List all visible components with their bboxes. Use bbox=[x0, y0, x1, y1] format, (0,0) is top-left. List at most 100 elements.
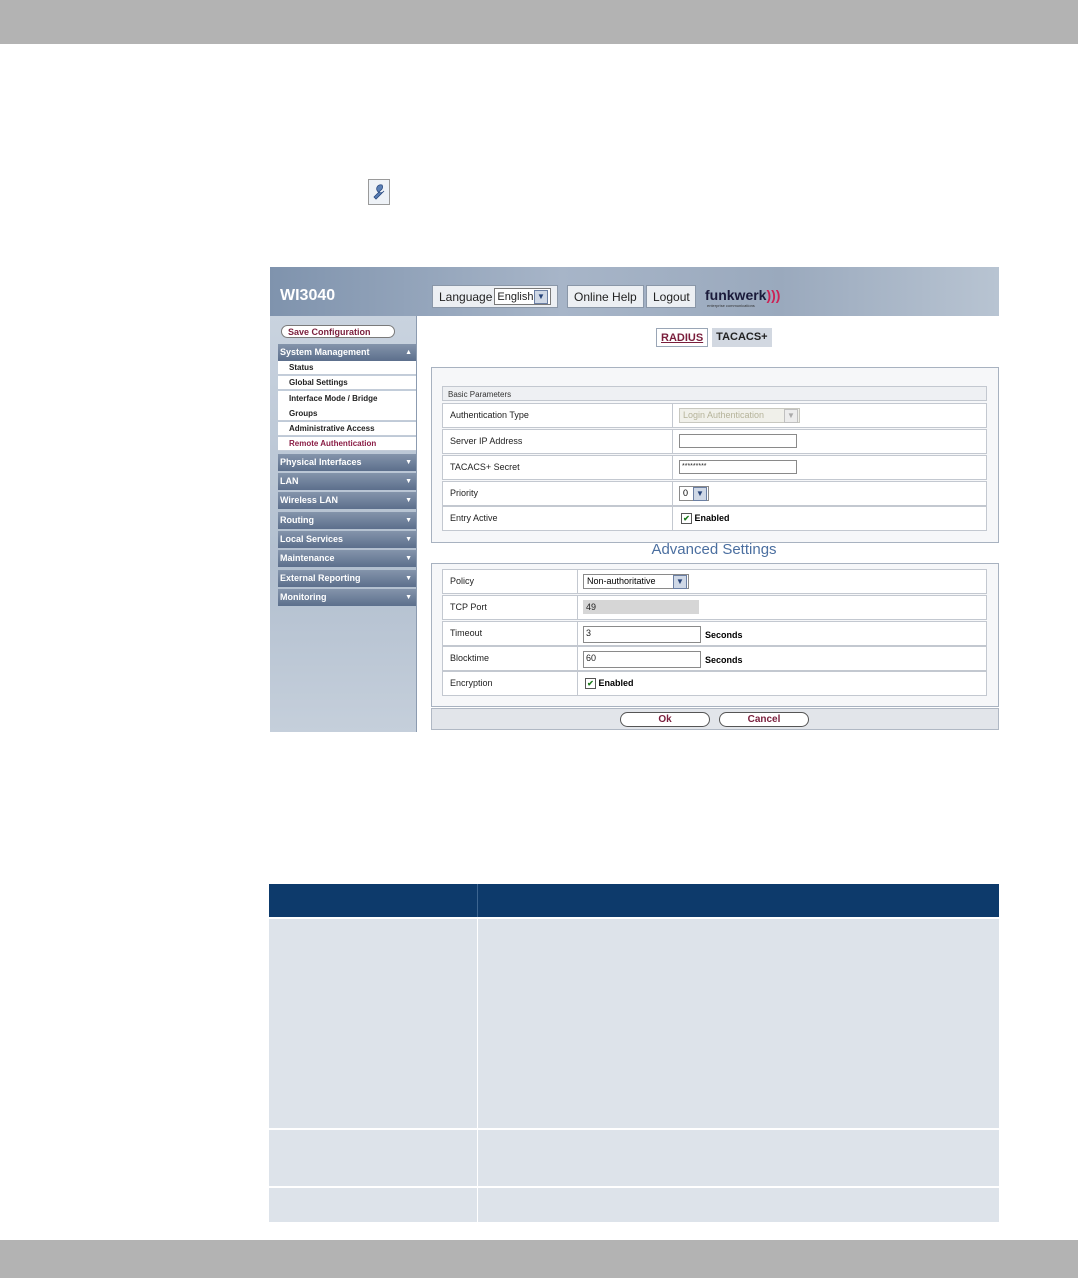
save-configuration-button[interactable]: Save Configuration bbox=[281, 325, 395, 338]
menu-local-services[interactable]: Local Services ▼ bbox=[278, 531, 416, 548]
encryption-checkbox-wrap: ✔ Enabled bbox=[585, 678, 634, 690]
language-label: Language bbox=[439, 289, 493, 304]
chevron-down-icon: ▼ bbox=[405, 555, 412, 562]
chevron-down-icon: ▼ bbox=[405, 497, 412, 504]
column-divider bbox=[672, 507, 673, 530]
language-box: Language English ▼ bbox=[432, 285, 558, 308]
tab-radius[interactable]: RADIUS bbox=[656, 328, 709, 347]
logout-link[interactable]: Logout bbox=[646, 285, 696, 308]
timeout-label: Timeout bbox=[450, 628, 483, 638]
entry-active-checkbox-wrap: ✔ Enabled bbox=[681, 513, 730, 525]
menu-label: Wireless LAN bbox=[280, 495, 338, 505]
policy-label: Policy bbox=[450, 576, 475, 586]
chevron-down-icon: ▼ bbox=[405, 459, 412, 466]
row-tcp-port: TCP Port 49 bbox=[442, 595, 987, 620]
chevron-down-icon: ▼ bbox=[405, 575, 412, 582]
encryption-enabled-label: Enabled bbox=[598, 678, 634, 688]
ok-button[interactable]: Ok bbox=[620, 712, 710, 727]
policy-value: Non-authoritative bbox=[587, 576, 656, 586]
server-ip-label: Server IP Address bbox=[450, 436, 523, 446]
menu-physical-interfaces[interactable]: Physical Interfaces ▼ bbox=[278, 454, 416, 471]
basic-parameters-panel: Basic Parameters Authentication Type Log… bbox=[431, 367, 999, 543]
menu-monitoring[interactable]: Monitoring ▼ bbox=[278, 589, 416, 606]
tab-tacacs[interactable]: TACACS+ bbox=[712, 328, 772, 347]
logo-subtitle: enterprise communications bbox=[707, 303, 755, 308]
advanced-settings-panel: Policy Non-authoritative ▼ TCP Port 49 T… bbox=[431, 563, 999, 707]
entry-active-label: Entry Active bbox=[450, 513, 498, 523]
top-gray-bar bbox=[0, 0, 1078, 44]
encryption-label: Encryption bbox=[450, 678, 493, 688]
tacacs-secret-label: TACACS+ Secret bbox=[450, 462, 520, 472]
priority-label: Priority bbox=[450, 488, 479, 498]
column-divider bbox=[477, 1188, 478, 1222]
priority-select[interactable]: 0 ▼ bbox=[679, 486, 709, 501]
table-header bbox=[269, 884, 999, 917]
submenu-global-settings[interactable]: Global Settings bbox=[278, 376, 416, 390]
tacacs-secret-input[interactable]: ********* bbox=[679, 460, 797, 474]
row-priority: Priority 0 ▼ bbox=[442, 481, 987, 506]
sidebar: Save Configuration System Management ▲ S… bbox=[270, 316, 417, 732]
submenu-administrative-access[interactable]: Administrative Access bbox=[278, 422, 416, 436]
column-divider bbox=[477, 919, 478, 1128]
submenu-status[interactable]: Status bbox=[278, 361, 416, 375]
menu-label: Physical Interfaces bbox=[280, 457, 362, 467]
chevron-down-icon: ▼ bbox=[784, 408, 798, 423]
blocktime-input[interactable]: 60 bbox=[583, 651, 701, 668]
menu-routing[interactable]: Routing ▼ bbox=[278, 512, 416, 529]
blocktime-unit: Seconds bbox=[705, 655, 743, 665]
submenu-remote-authentication[interactable]: Remote Authentication bbox=[278, 437, 416, 451]
entry-active-checkbox[interactable]: ✔ bbox=[681, 513, 692, 525]
timeout-input[interactable]: 3 bbox=[583, 626, 701, 643]
server-ip-input[interactable] bbox=[679, 434, 797, 448]
form-footer: Ok Cancel bbox=[431, 708, 999, 730]
language-value: English bbox=[497, 290, 534, 303]
logo-text: funkwerk bbox=[705, 287, 767, 303]
menu-system-management[interactable]: System Management ▲ bbox=[278, 344, 416, 361]
menu-wireless-lan[interactable]: Wireless LAN ▼ bbox=[278, 492, 416, 509]
column-divider bbox=[577, 672, 578, 695]
app-header: WI3040 Language English ▼ Online Help Lo… bbox=[270, 267, 999, 316]
row-entry-active: Entry Active ✔ Enabled bbox=[442, 506, 987, 531]
chevron-down-icon: ▼ bbox=[405, 517, 412, 524]
menu-label: Maintenance bbox=[280, 553, 335, 563]
table-row bbox=[269, 1188, 999, 1222]
column-divider bbox=[477, 884, 478, 917]
row-blocktime: Blocktime 60 Seconds bbox=[442, 646, 987, 671]
column-divider bbox=[672, 456, 673, 479]
chevron-up-icon: ▲ bbox=[405, 349, 412, 356]
blocktime-label: Blocktime bbox=[450, 653, 490, 663]
menu-lan[interactable]: LAN ▼ bbox=[278, 473, 416, 490]
menu-external-reporting[interactable]: External Reporting ▼ bbox=[278, 570, 416, 587]
language-select[interactable]: English ▼ bbox=[494, 288, 551, 305]
menu-maintenance[interactable]: Maintenance ▼ bbox=[278, 550, 416, 567]
column-divider bbox=[672, 404, 673, 427]
bottom-gray-bar bbox=[0, 1240, 1078, 1278]
column-divider bbox=[577, 622, 578, 645]
row-tacacs-secret: TACACS+ Secret ********* bbox=[442, 455, 987, 480]
advanced-settings-title: Advanced Settings bbox=[651, 541, 777, 558]
column-divider bbox=[577, 570, 578, 593]
online-help-link[interactable]: Online Help bbox=[567, 285, 644, 308]
encryption-checkbox[interactable]: ✔ bbox=[585, 678, 596, 690]
basic-parameters-heading: Basic Parameters bbox=[442, 386, 987, 401]
menu-label: System Management bbox=[280, 347, 370, 357]
cancel-button[interactable]: Cancel bbox=[719, 712, 809, 727]
submenu-interface-mode[interactable]: Interface Mode / Bridge Groups bbox=[278, 391, 416, 421]
column-divider bbox=[672, 482, 673, 505]
chevron-down-icon: ▼ bbox=[405, 536, 412, 543]
timeout-unit: Seconds bbox=[705, 630, 743, 640]
priority-value: 0 bbox=[683, 488, 689, 498]
tcp-port-label: TCP Port bbox=[450, 602, 487, 612]
policy-select[interactable]: Non-authoritative ▼ bbox=[583, 574, 689, 589]
online-help-label: Online Help bbox=[574, 289, 637, 304]
row-policy: Policy Non-authoritative ▼ bbox=[442, 569, 987, 594]
logo-arcs: ))) bbox=[766, 287, 781, 303]
chevron-down-icon: ▼ bbox=[534, 289, 548, 304]
chevron-down-icon: ▼ bbox=[673, 574, 687, 589]
funkwerk-logo: funkwerk))) bbox=[705, 287, 780, 303]
tcp-port-input: 49 bbox=[583, 600, 699, 614]
row-authentication-type: Authentication Type Login Authentication… bbox=[442, 403, 987, 428]
chevron-down-icon: ▼ bbox=[693, 486, 707, 501]
product-name: WI3040 bbox=[280, 287, 336, 304]
wrench-icon bbox=[368, 179, 390, 205]
